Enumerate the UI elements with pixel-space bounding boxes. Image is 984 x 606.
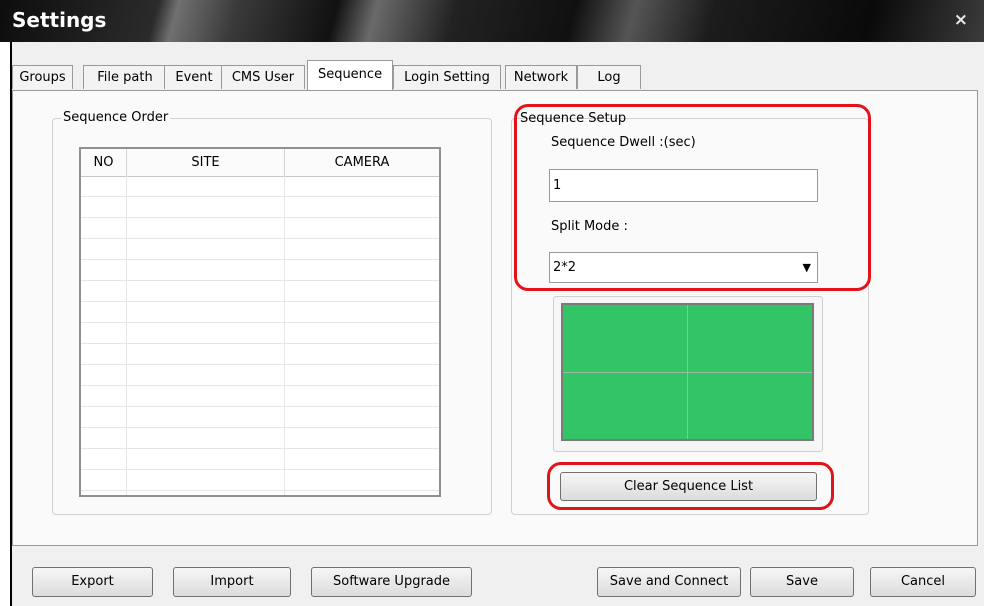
column-divider (126, 176, 127, 495)
column-header-no[interactable]: NO (81, 149, 127, 176)
cancel-button[interactable]: Cancel (870, 567, 976, 597)
tab-file-path[interactable]: File path (83, 65, 167, 89)
settings-window: Settings × Groups File path Event CMS Us… (0, 0, 984, 606)
title-bar[interactable]: Settings × (0, 0, 984, 42)
split-mode-label: Split Mode : (551, 219, 628, 234)
preview-cell (688, 372, 812, 439)
sequence-order-label: Sequence Order (61, 110, 171, 125)
list-header: NO SITE CAMERA (81, 149, 439, 177)
software-upgrade-button[interactable]: Software Upgrade (311, 567, 472, 597)
tab-login-setting[interactable]: Login Setting (393, 65, 501, 89)
save-button[interactable]: Save (750, 567, 854, 597)
tab-network[interactable]: Network (505, 65, 577, 89)
sequence-setup-label: Sequence Setup (520, 111, 627, 126)
export-button[interactable]: Export (32, 567, 153, 597)
tab-log[interactable]: Log (577, 65, 641, 89)
clear-sequence-list-button[interactable]: Clear Sequence List (560, 472, 817, 501)
tab-cms-user[interactable]: CMS User (221, 65, 305, 89)
split-mode-select[interactable]: 2*2 ▼ (549, 252, 818, 283)
split-preview-grid (561, 303, 814, 441)
save-and-connect-button[interactable]: Save and Connect (597, 567, 741, 597)
tab-sequence[interactable]: Sequence (307, 60, 393, 90)
tab-event[interactable]: Event (164, 65, 224, 89)
column-header-camera[interactable]: CAMERA (285, 149, 439, 176)
dwell-label: Sequence Dwell :(sec) (551, 135, 696, 150)
close-icon[interactable]: × (954, 10, 968, 30)
preview-cell (688, 305, 812, 372)
import-button[interactable]: Import (173, 567, 291, 597)
list-rows-area (81, 176, 439, 495)
column-divider (284, 176, 285, 495)
column-header-site[interactable]: SITE (127, 149, 285, 176)
chevron-down-icon[interactable]: ▼ (803, 253, 811, 282)
preview-cell (563, 372, 687, 439)
split-mode-value: 2*2 (553, 260, 577, 275)
dwell-input[interactable]: 1 (549, 169, 818, 202)
tab-groups[interactable]: Groups (12, 65, 73, 89)
sequence-order-list[interactable]: NO SITE CAMERA (79, 147, 441, 497)
window-left-border (0, 42, 12, 606)
preview-cell (563, 305, 687, 372)
window-title: Settings (12, 8, 107, 32)
